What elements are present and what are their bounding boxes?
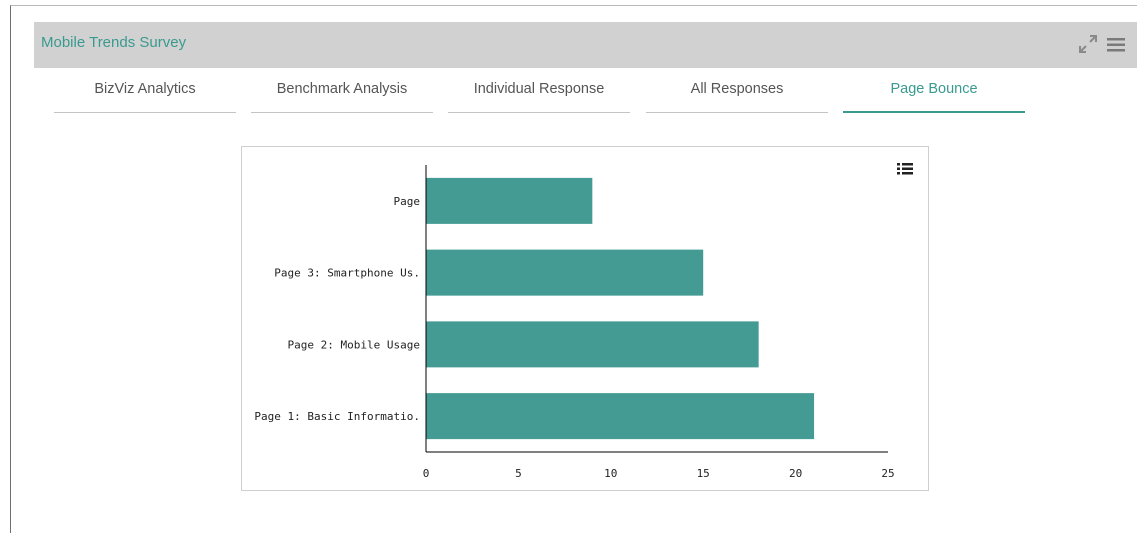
panel-header: Mobile Trends Survey bbox=[34, 22, 1137, 68]
chart-container: Page Page 3: Smartphone Us. Page 2: Mobile… bbox=[241, 146, 929, 491]
expand-icon[interactable] bbox=[1077, 33, 1099, 55]
x-tick-label: 10 bbox=[604, 467, 617, 480]
hamburger-menu-icon[interactable] bbox=[1106, 35, 1126, 55]
bar bbox=[426, 321, 759, 368]
tab-page-bounce[interactable]: Page Bounce bbox=[843, 68, 1025, 113]
x-tick-label: 0 bbox=[423, 467, 430, 480]
tab-all-responses[interactable]: All Responses bbox=[646, 68, 828, 113]
x-tick-label: 15 bbox=[697, 467, 710, 480]
bar bbox=[426, 393, 815, 440]
tab-bizviz-analytics[interactable]: BizViz Analytics bbox=[54, 68, 236, 113]
bar-chart: Page Page 3: Smartphone Us. Page 2: Mobile… bbox=[254, 165, 895, 480]
panel-title: Mobile Trends Survey bbox=[41, 34, 187, 51]
chart-menu-icon[interactable] bbox=[896, 161, 914, 179]
tab-individual-response[interactable]: Individual Response bbox=[448, 68, 630, 113]
tab-benchmark-analysis[interactable]: Benchmark Analysis bbox=[251, 68, 433, 113]
bar bbox=[426, 177, 593, 224]
category-label: Page 3: Smartphone Us. bbox=[274, 267, 420, 280]
category-label: Page bbox=[394, 195, 421, 208]
x-tick-label: 5 bbox=[515, 467, 522, 480]
x-tick-label: 25 bbox=[881, 467, 894, 480]
category-label: Page 2: Mobile Usage bbox=[288, 338, 420, 351]
category-label: Page 1: Basic Informatio. bbox=[254, 410, 420, 423]
x-tick-label: 20 bbox=[789, 467, 802, 480]
bar bbox=[426, 249, 704, 296]
tab-bar: BizViz Analytics Benchmark Analysis Indi… bbox=[0, 68, 1137, 113]
